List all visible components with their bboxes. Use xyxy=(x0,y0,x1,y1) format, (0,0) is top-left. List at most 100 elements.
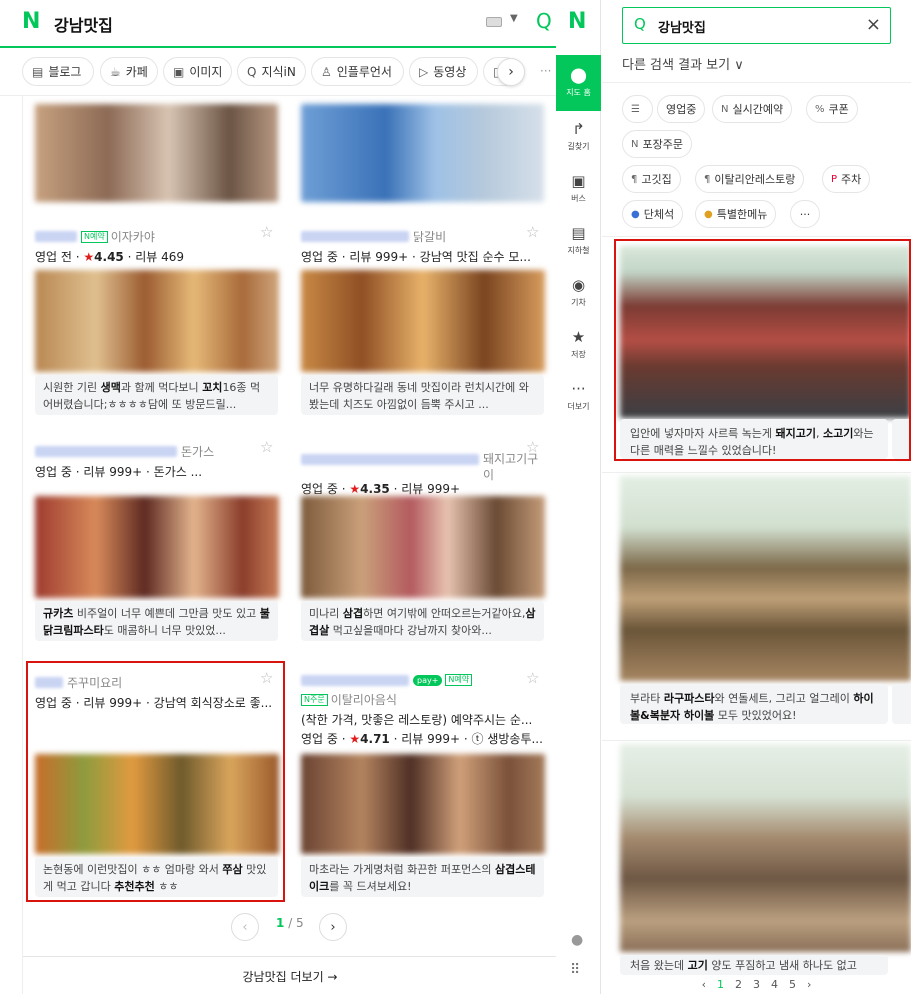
user-icon[interactable]: ● xyxy=(571,932,583,948)
tab-label: 지식iN xyxy=(261,65,296,79)
filter-coupon-chip[interactable]: % 쿠폰 xyxy=(806,95,858,123)
filter-open-chip[interactable]: 영업중 xyxy=(657,95,706,123)
filter-realtime-reserve-chip[interactable]: N 실시간예약 xyxy=(712,95,793,123)
nav-bus[interactable]: ▣ 버스 xyxy=(556,164,601,214)
meta-suffix: · 리뷰 469 xyxy=(123,250,185,264)
nav-more[interactable]: ··· 더보기 xyxy=(556,372,601,422)
place-card[interactable]: 돼지고기구이 ☆ 영업 중 · ★4.35 · 리뷰 999+ 미나리 삼겹하면… xyxy=(301,438,545,653)
save-star-icon[interactable]: ☆ xyxy=(526,223,539,241)
nav-directions[interactable]: ↱ 길찾기 xyxy=(556,112,601,162)
save-star-icon[interactable]: ☆ xyxy=(526,438,539,456)
place-photo[interactable] xyxy=(620,476,911,681)
review-snippet[interactable]: 부라타 라구파스타와 연돌세트, 그리고 얼그레이 하이볼&복분자 하이볼 모두… xyxy=(620,684,888,724)
place-card[interactable]: 닭갈비 ☆ 영업 중 · 리뷰 999+ · 강남역 맛집 순수 모... 너무… xyxy=(301,223,545,423)
place-photo[interactable] xyxy=(35,496,279,598)
next-page-button[interactable]: › xyxy=(319,913,347,941)
page-1[interactable]: 1 xyxy=(717,978,724,994)
filter-parking-chip[interactable]: P 주차 xyxy=(822,165,871,193)
place-name[interactable] xyxy=(35,446,177,457)
page-4[interactable]: 4 xyxy=(771,978,778,994)
save-star-icon[interactable]: ☆ xyxy=(260,438,273,456)
chip-label: 주차 xyxy=(841,173,862,186)
tab-cafe[interactable]: ☕ 카페 xyxy=(100,57,158,86)
filter-italian-chip[interactable]: ¶ 이탈리안레스토랑 xyxy=(695,165,805,193)
naver-logo[interactable]: N xyxy=(22,9,40,34)
keyboard-icon[interactable] xyxy=(486,17,502,27)
image-icon: ▣ xyxy=(173,64,185,79)
nav-saved[interactable]: ★ 저장 xyxy=(556,320,601,370)
filter-special-menu-chip[interactable]: ● 특별한메뉴 xyxy=(695,200,777,228)
review-snippet[interactable]: 처음 왔는데 고기 양도 푸짐하고 냄새 하나도 없고 xyxy=(620,955,888,975)
filter-group-seat-chip[interactable]: ● 단체석 xyxy=(622,200,684,228)
review-snippet[interactable]: 미나리 삼겹하면 여기밖에 안떠오르는거같아요,삼겹살 먹고싶을때마다 강남까지… xyxy=(301,601,544,641)
tab-image[interactable]: ▣ 이미지 xyxy=(163,57,232,86)
search-icon[interactable]: Q xyxy=(536,9,552,33)
filter-takeout-chip[interactable]: N 포장주문 xyxy=(622,130,692,158)
parking-icon: P xyxy=(831,173,838,185)
list-pager: ‹ 1 2 3 4 5 › xyxy=(602,978,911,994)
chevron-right-icon: › xyxy=(330,919,336,935)
more-icon: ··· xyxy=(799,207,811,221)
place-photo[interactable] xyxy=(35,270,279,372)
place-photo[interactable] xyxy=(301,496,545,598)
directions-icon: ↱ xyxy=(572,120,585,138)
next-page-button[interactable]: › xyxy=(807,978,811,994)
search-tabs: ▤블로그 ☕카페 ▣이미지 Q지식iN ♙인플루언서 ▷동영상 □ xyxy=(0,52,556,94)
page-3[interactable]: 3 xyxy=(753,978,760,994)
prev-page-button[interactable]: ‹ xyxy=(702,978,706,994)
place-name[interactable] xyxy=(301,231,409,242)
apps-grid-icon[interactable]: ⠿ xyxy=(570,962,580,978)
place-photo[interactable] xyxy=(620,744,911,952)
review-snippet[interactable]: 시원한 기린 생맥과 함께 먹다보니 꼬치16종 먹어버렸습니다;ㅎㅎㅎㅎ담에 … xyxy=(35,375,278,415)
tab-kin[interactable]: Q 지식iN xyxy=(237,57,306,86)
page-2[interactable]: 2 xyxy=(735,978,742,994)
nav-train[interactable]: ◉ 기차 xyxy=(556,268,601,318)
place-photo[interactable] xyxy=(301,754,545,854)
filter-meat-chip[interactable]: ¶ 고깃집 xyxy=(622,165,681,193)
more-results-link[interactable]: 강남맛집 더보기 → xyxy=(23,956,556,994)
tabs-next-button[interactable]: › xyxy=(497,58,525,86)
review-snippet[interactable]: 마초라는 가게명처럼 화끈한 퍼포먼스의 삼겹스테이크를 꼭 드셔보세요! xyxy=(301,857,544,897)
place-category: 이탈리아음식 xyxy=(330,693,397,707)
place-name[interactable] xyxy=(35,231,77,242)
search-query-text[interactable]: 강남맛집 xyxy=(54,12,113,36)
nav-map-home[interactable]: ⬤ 지도 홈 xyxy=(556,55,601,111)
filter-settings-chip[interactable]: ☰ xyxy=(622,95,653,123)
search-icon: Q xyxy=(634,15,646,33)
close-icon[interactable]: × xyxy=(866,14,881,35)
naver-icon: N xyxy=(721,103,729,115)
place-thumbnail[interactable] xyxy=(301,104,544,202)
train-icon: ◉ xyxy=(571,276,586,294)
nav-label: 기차 xyxy=(571,298,586,307)
filter-more-chip[interactable]: ··· xyxy=(790,200,820,228)
reserve-badge: N예약 xyxy=(81,230,108,243)
place-card[interactable]: 돈가스 ☆ 영업 중 · 리뷰 999+ · 돈가스 ... 규카츠 비주얼이 … xyxy=(35,438,279,653)
save-star-icon[interactable]: ☆ xyxy=(260,223,273,241)
naver-logo[interactable]: N xyxy=(568,9,586,34)
rating-star-icon: ★ xyxy=(83,250,95,264)
place-card[interactable]: 처음 왔는데 고기 양도 푸짐하고 냄새 하나도 없고 xyxy=(620,744,911,975)
page-5[interactable]: 5 xyxy=(789,978,796,994)
tabs-more-icon[interactable]: ··· xyxy=(540,64,551,78)
place-card[interactable]: pay+ N예약 ☆ N주문 이탈리아음식 (착한 가격, 맛좋은 레스토랑) … xyxy=(301,669,545,897)
place-name-row: 돼지고기구이 xyxy=(301,443,543,482)
other-results-toggle[interactable]: 다른 검색 결과 보기 ∨ xyxy=(622,54,744,73)
place-thumbnail[interactable] xyxy=(35,104,278,202)
order-badge: N주문 xyxy=(301,693,328,706)
chevron-down-icon[interactable]: ▼ xyxy=(510,13,518,24)
place-card[interactable]: N예약 이자카야 ☆ 영업 전 · ★4.45 · 리뷰 469 시원한 기린 … xyxy=(35,223,279,423)
save-star-icon[interactable]: ☆ xyxy=(526,669,539,687)
nav-subway[interactable]: ▤ 지하철 xyxy=(556,216,601,266)
review-snippet[interactable]: 규카츠 비주얼이 너무 예쁜데 그만큼 맛도 있고 불닭크림파스타도 매콤하니 … xyxy=(35,601,278,641)
map-search-input[interactable]: Q 강남맛집 × xyxy=(622,7,891,44)
review-snippet[interactable]: 너무 유명하다길래 동네 맛집이라 런치시간에 와봤는데 치즈도 아낌없이 듬뿍… xyxy=(301,375,544,415)
place-photo[interactable] xyxy=(301,270,545,372)
place-card[interactable]: 부라타 라구파스타와 연돌세트, 그리고 얼그레이 하이볼&복분자 하이볼 모두… xyxy=(620,476,911,728)
tab-video[interactable]: ▷ 동영상 xyxy=(409,57,478,86)
tab-blog[interactable]: ▤ 블로그 xyxy=(22,57,94,86)
place-name[interactable] xyxy=(301,674,409,686)
prev-page-button[interactable]: ‹ xyxy=(231,913,259,941)
place-name[interactable] xyxy=(301,453,479,465)
tab-influencer[interactable]: ♙ 인플루언서 xyxy=(311,57,404,86)
next-review-peek[interactable] xyxy=(892,684,911,724)
